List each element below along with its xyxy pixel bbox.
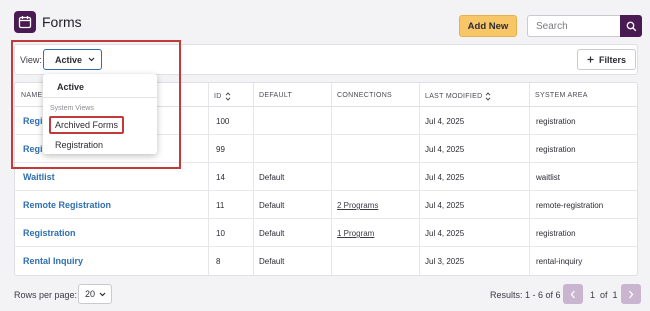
- chevron-left-icon: [570, 290, 575, 298]
- form-default: Default: [259, 201, 285, 210]
- rows-per-page-select[interactable]: 20: [78, 284, 112, 304]
- form-system-area: registration: [536, 145, 576, 154]
- table-row[interactable]: Remote Registration 11 Default 2 Program…: [15, 191, 637, 219]
- table-row[interactable]: Registration 10 Default 1 Program Jul 4,…: [15, 219, 637, 247]
- rows-per-page-value: 20: [85, 289, 96, 299]
- form-name-link[interactable]: Remote Registration: [23, 200, 111, 210]
- form-connections-link[interactable]: 1 Program: [337, 229, 374, 238]
- filters-button[interactable]: Filters: [577, 49, 636, 70]
- form-connections-link[interactable]: 2 Programs: [337, 201, 378, 210]
- form-system-area: registration: [536, 229, 576, 238]
- column-header-last-modified[interactable]: LAST MODIFIED: [425, 92, 491, 101]
- results-count: Results: 1 - 6 of 6: [490, 290, 561, 300]
- column-header-system-area: SYSTEM AREA: [535, 92, 588, 99]
- page-title: Forms: [42, 14, 82, 30]
- form-last-modified: Jul 4, 2025: [425, 201, 465, 210]
- form-name-link[interactable]: Rental Inquiry: [23, 256, 83, 266]
- current-page: 1: [590, 290, 596, 300]
- sort-icon: [486, 92, 491, 101]
- chevron-down-icon: [99, 292, 106, 296]
- filters-label: Filters: [598, 54, 626, 65]
- rows-per-page-label: Rows per page:: [14, 290, 78, 300]
- search-input-wrapper[interactable]: [527, 15, 620, 37]
- form-default: Default: [259, 257, 285, 266]
- form-id: 14: [216, 173, 225, 182]
- column-header-connections: CONNECTIONS: [337, 92, 393, 99]
- form-last-modified: Jul 3, 2025: [425, 257, 465, 266]
- add-new-button[interactable]: Add New: [459, 15, 517, 37]
- previous-page-button[interactable]: [563, 284, 583, 304]
- form-name-link[interactable]: Waitlist: [23, 172, 55, 182]
- next-page-button[interactable]: [621, 284, 641, 304]
- sort-icon: [225, 92, 230, 101]
- column-header-default: DEFAULT: [259, 92, 293, 99]
- form-system-area: waitlist: [536, 173, 561, 182]
- form-last-modified: Jul 4, 2025: [425, 229, 465, 238]
- form-id: 11: [216, 201, 225, 210]
- view-selector-annotation: [11, 40, 181, 169]
- form-id: 100: [216, 117, 230, 126]
- search-icon: [626, 21, 636, 31]
- form-last-modified: Jul 4, 2025: [425, 145, 465, 154]
- form-system-area: remote-registration: [536, 201, 604, 210]
- search-input[interactable]: [528, 16, 620, 36]
- form-system-area: rental-inquiry: [536, 257, 583, 266]
- form-system-area: registration: [536, 117, 576, 126]
- form-last-modified: Jul 4, 2025: [425, 173, 465, 182]
- forms-icon: [14, 11, 36, 33]
- form-name-link[interactable]: Registration: [23, 228, 76, 238]
- form-last-modified: Jul 4, 2025: [425, 117, 465, 126]
- total-pages: 1: [612, 290, 618, 300]
- page-indicator: 1 of 1: [590, 290, 618, 300]
- plus-icon: [587, 56, 594, 63]
- page-of-label: of: [600, 290, 608, 300]
- chevron-right-icon: [629, 290, 634, 298]
- form-id: 8: [216, 257, 221, 266]
- table-row[interactable]: Rental Inquiry 8 Default Jul 3, 2025 ren…: [15, 247, 637, 275]
- form-default: Default: [259, 173, 285, 182]
- form-default: Default: [259, 229, 285, 238]
- column-header-id[interactable]: ID: [214, 92, 231, 101]
- search-button[interactable]: [620, 15, 642, 37]
- form-id: 99: [216, 145, 225, 154]
- form-id: 10: [216, 229, 225, 238]
